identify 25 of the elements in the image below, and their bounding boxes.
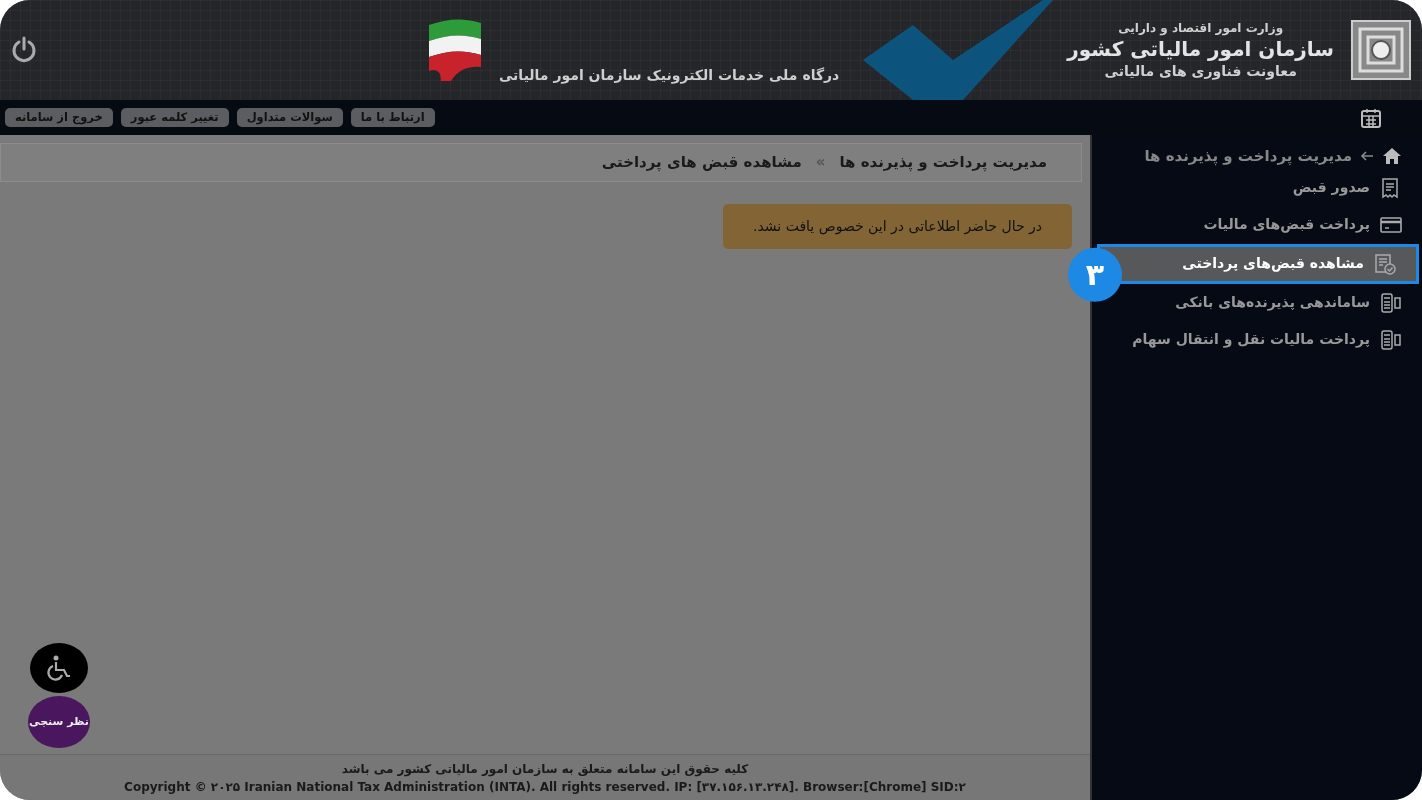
emblem-icon [1348,17,1414,83]
deputy-title: معاونت فناوری های مالیاتی [1104,61,1297,82]
power-icon[interactable] [10,36,38,64]
ministry-title: وزارت امور اقتصاد و دارایی [1118,19,1284,37]
breadcrumb-link[interactable]: مدیریت پرداخت و پذیرنده ها [839,151,1047,174]
home-icon [1382,147,1402,166]
rights-text: کلیه حقوق این سامانه متعلق به سازمان امور مالیاتی کشور می باشد [341,760,749,778]
copyright-text: Copyright © ۲۰۲۵ Iranian National Tax Administration (INTA). All rights reserved. IP: [۳۷.۱۵۶.۱۳.۲۴۸]. Browser:[Chrome] SID:۲ [124,778,966,796]
warning-alert: در حال حاضر اطلاعاتی در این خصوص یافت نشد. [723,203,1072,249]
sidebar-heading: مدیریت پرداخت و پذیرنده ها [1144,146,1352,168]
survey-button[interactable]: نظر سنجی [28,696,90,748]
receipt-check-icon [1374,252,1396,275]
sidebar-item[interactable]: پرداخت مالیات نقل و انتقال سهام [1092,322,1422,357]
step-badge: ۳ [1068,247,1122,302]
portal-title: درگاه ملی خدمات الکترونیک سازمان امور مالیاتی [498,66,840,86]
card-reader-icon [1380,291,1402,314]
sidebar-item[interactable]: صدور قبض [1092,170,1422,205]
organization-title: سازمان امور مالیاتی کشور [1067,36,1334,61]
breadcrumb-separator: » [815,152,826,173]
breadcrumb-current: مشاهده قبض های پرداختی [601,152,802,173]
arrow-icon [1360,150,1374,163]
accessibility-button[interactable] [30,643,88,693]
calendar-icon [1360,106,1382,129]
sidebar-item[interactable]: پرداخت قبض‌های مالیات [1092,207,1422,242]
card-reader-icon [1380,328,1402,351]
